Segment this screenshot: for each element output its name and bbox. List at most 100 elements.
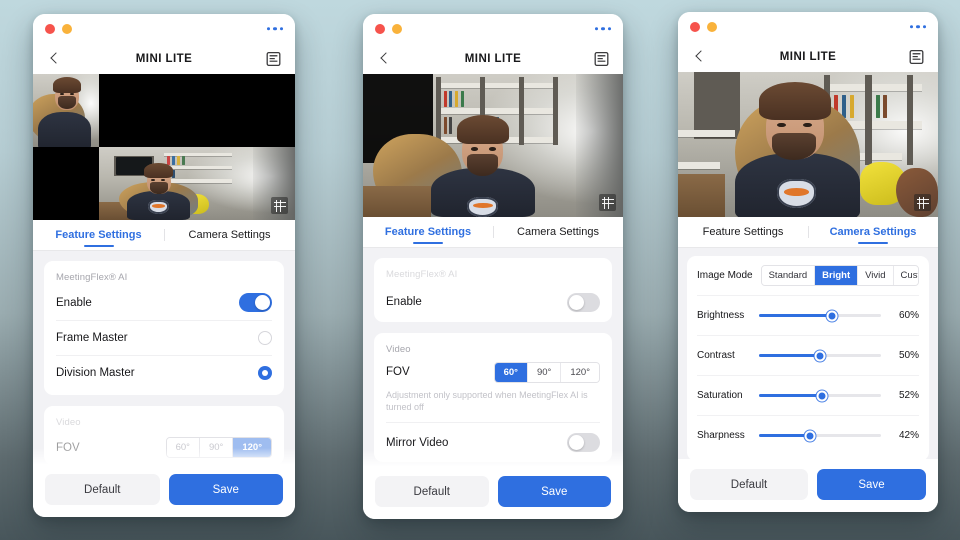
camera-preview-2[interactable] [363,74,623,217]
slider-row-saturation[interactable]: Saturation 52% [697,375,919,415]
fov-option-120[interactable]: 120° [560,362,599,382]
segmented-fov[interactable]: 60° 90° 120° [493,361,600,383]
tab-feature-settings[interactable]: Feature Settings [678,217,808,247]
row-label-fov: FOV [386,366,410,378]
toggle-enable[interactable] [567,292,600,312]
tab-feature-settings[interactable]: Feature Settings [33,220,164,250]
save-button[interactable]: Save [817,469,926,500]
tab-camera-settings[interactable]: Camera Settings [164,220,295,250]
save-button[interactable]: Save [497,476,611,507]
slider-row-brightness[interactable]: Brightness 60% [697,295,919,335]
back-chevron-icon[interactable] [377,51,393,67]
close-window-button[interactable] [690,21,700,32]
slider-track-contrast[interactable] [759,350,881,361]
card-video-1: Video FOV 60° 90° 120° [44,406,284,464]
document-icon[interactable] [266,51,281,67]
page-title: MINI LITE [464,52,522,65]
slider-label-sharpness: Sharpness [697,430,745,441]
slider-value-sharpness: 42% [898,430,919,441]
slider-label-brightness: Brightness [697,310,745,321]
row-fov[interactable]: FOV 60° 90° 120° [56,430,272,464]
fov-option-90[interactable]: 90° [198,438,233,457]
row-frame-master[interactable]: Frame Master [56,320,272,355]
fov-option-60[interactable]: 60° [494,362,527,382]
minimize-window-button[interactable] [62,23,72,34]
radio-frame-master[interactable] [258,331,272,345]
row-label-division-master: Division Master [56,367,135,379]
close-window-button[interactable] [375,23,385,34]
row-division-master[interactable]: Division Master [56,355,272,390]
grid-overlay-icon[interactable] [271,197,288,214]
section-title-ai: MeetingFlex® AI [56,272,128,283]
toggle-mirror-video[interactable] [567,433,600,453]
slider-label-contrast: Contrast [697,350,735,361]
grid-overlay-icon[interactable] [914,194,931,211]
image-mode-option-standard[interactable]: Standard [761,266,815,285]
tab-camera-settings[interactable]: Camera Settings [808,217,938,247]
slider-value-contrast: 50% [898,350,919,361]
close-window-button[interactable] [45,23,55,34]
fov-hint-text: Adjustment only supported when MeetingFl… [386,390,588,413]
document-icon[interactable] [909,49,924,65]
row-mirror-video[interactable]: Mirror Video [386,422,600,462]
kebab-menu-icon[interactable] [266,26,283,31]
save-button[interactable]: Save [168,474,283,505]
slider-value-saturation: 52% [898,390,919,401]
video-scene-split [33,74,295,220]
row-enable[interactable]: Enable [56,285,272,320]
settings-body-3: Image Mode Standard Bright Vivid Custom … [678,248,938,459]
video-scene-wide [363,74,623,217]
window-traffic-lights-2 [375,23,402,34]
card-meetingflex-ai-2: MeetingFlex® AI Enable [374,258,612,322]
settings-tabs-1: Feature Settings Camera Settings [33,220,295,251]
camera-preview-1[interactable] [33,74,295,220]
navbar-2: MINI LITE [363,43,623,74]
window-traffic-lights-3 [690,21,717,32]
default-button[interactable]: Default [690,469,808,500]
minimize-window-button[interactable] [392,23,402,34]
app-window-1: MINI LITE Feature Settings Camera Settin… [33,14,295,517]
camera-preview-3[interactable] [678,72,938,217]
window-titlebar-3 [678,12,938,41]
card-video-2: Video FOV 60° 90° 120° Adjustment only s… [374,333,612,463]
fov-option-60[interactable]: 60° [166,438,199,457]
default-button[interactable]: Default [45,474,160,505]
slider-row-sharpness[interactable]: Sharpness 42% [697,415,919,455]
slider-track-sharpness[interactable] [759,430,881,441]
slider-value-brightness: 60% [898,310,919,321]
video-scene-closeup [678,72,938,217]
kebab-menu-icon[interactable] [594,26,611,31]
slider-track-brightness[interactable] [759,310,881,321]
default-button[interactable]: Default [375,476,489,507]
row-enable[interactable]: Enable [386,282,600,322]
row-label-enable: Enable [56,296,92,309]
image-mode-option-vivid[interactable]: Vivid [857,266,893,285]
fov-option-120[interactable]: 120° [232,438,271,457]
minimize-window-button[interactable] [707,21,717,32]
grid-overlay-icon[interactable] [599,194,616,211]
slider-track-saturation[interactable] [759,390,881,401]
tab-feature-settings[interactable]: Feature Settings [363,217,493,247]
row-image-mode[interactable]: Image Mode Standard Bright Vivid Custom [697,256,919,295]
navbar-1: MINI LITE [33,43,295,74]
slider-row-contrast[interactable]: Contrast 50% [697,335,919,375]
settings-tabs-3: Feature Settings Camera Settings [678,217,938,248]
segmented-image-mode[interactable]: Standard Bright Vivid Custom [760,265,919,286]
fov-option-90[interactable]: 90° [526,362,561,382]
section-title-video: Video [56,417,81,428]
toggle-enable[interactable] [239,293,272,312]
image-mode-option-custom[interactable]: Custom [892,266,918,285]
page-title: MINI LITE [779,50,837,63]
row-label-frame-master: Frame Master [56,332,128,344]
back-chevron-icon[interactable] [692,49,708,65]
document-icon[interactable] [594,51,609,67]
segmented-fov[interactable]: 60° 90° 120° [165,437,272,458]
tab-camera-settings[interactable]: Camera Settings [493,217,623,247]
settings-tabs-2: Feature Settings Camera Settings [363,217,623,248]
radio-division-master[interactable] [258,366,272,380]
row-fov[interactable]: FOV 60° 90° 120° [386,357,600,387]
kebab-menu-icon[interactable] [909,24,926,29]
back-chevron-icon[interactable] [47,51,63,67]
image-mode-option-bright[interactable]: Bright [814,266,858,285]
window-titlebar-1 [33,14,295,43]
